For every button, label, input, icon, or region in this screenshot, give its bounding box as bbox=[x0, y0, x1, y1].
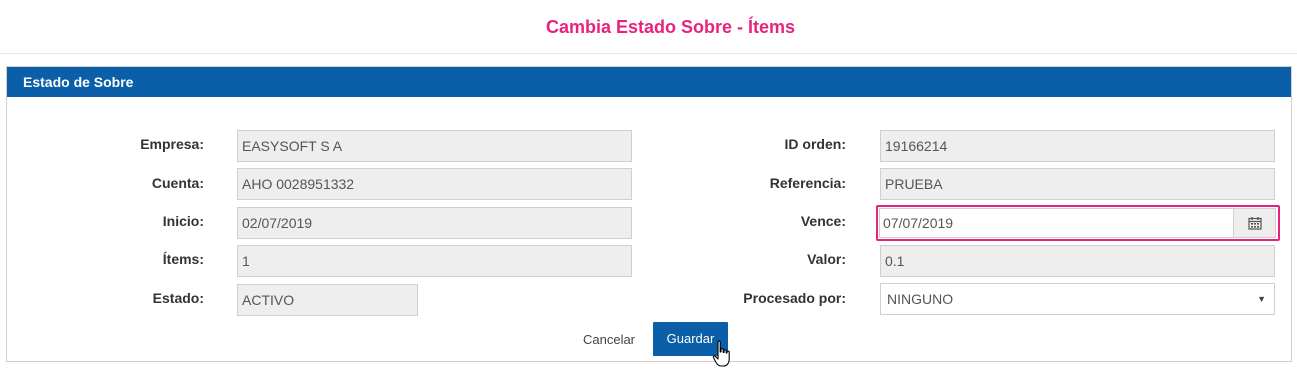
caret-down-icon: ▼ bbox=[1257, 294, 1266, 304]
items-field: 1 bbox=[237, 245, 632, 277]
panel-header: Estado de Sobre bbox=[7, 67, 1291, 97]
hand-pointer-icon bbox=[712, 340, 730, 367]
cuenta-field: AHO 0028951332 bbox=[237, 168, 632, 200]
title-divider bbox=[0, 53, 1297, 54]
referencia-field: PRUEBA bbox=[880, 168, 1275, 200]
vence-label: Vence: bbox=[800, 213, 846, 229]
calendar-icon bbox=[1247, 217, 1262, 230]
valor-label: Valor: bbox=[807, 251, 846, 267]
empresa-field: EASYSOFT S A bbox=[237, 130, 632, 162]
procesado-por-select[interactable]: NINGUNO ▼ bbox=[880, 283, 1275, 315]
page-title: Cambia Estado Sobre - Ítems bbox=[545, 17, 796, 37]
items-label: Ítems: bbox=[162, 251, 204, 267]
vence-date-picker: 07/07/2019 bbox=[876, 205, 1280, 241]
inicio-label: Inicio: bbox=[162, 213, 204, 229]
cancel-button[interactable]: Cancelar bbox=[572, 324, 646, 356]
inicio-field: 02/07/2019 bbox=[237, 207, 632, 239]
estado-label: Estado: bbox=[152, 290, 204, 306]
cuenta-label: Cuenta: bbox=[151, 175, 204, 191]
estado-field: ACTIVO bbox=[237, 284, 418, 316]
procesado-por-value: NINGUNO bbox=[887, 291, 954, 307]
procesado-por-label: Procesado por: bbox=[743, 290, 846, 306]
vence-input[interactable]: 07/07/2019 bbox=[879, 208, 1233, 238]
id-orden-label: ID orden: bbox=[784, 136, 846, 152]
empresa-label: Empresa: bbox=[140, 136, 204, 152]
calendar-button[interactable] bbox=[1233, 208, 1276, 238]
id-orden-field: 19166214 bbox=[880, 130, 1275, 162]
referencia-label: Referencia: bbox=[769, 175, 846, 191]
valor-field: 0.1 bbox=[880, 245, 1275, 277]
